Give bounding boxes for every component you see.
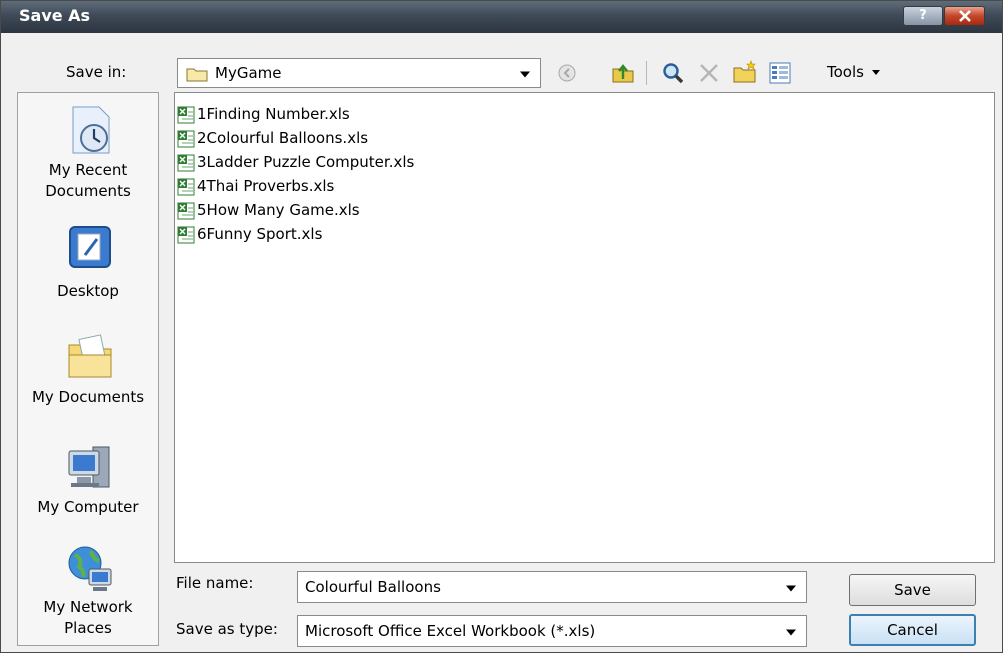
file-name-input[interactable]: Colourful Balloons bbox=[297, 571, 807, 603]
file-type-dropdown[interactable]: Microsoft Office Excel Workbook (*.xls) bbox=[297, 615, 807, 647]
save-as-dialog: Save As ? Save in: MyGame Tools My Recen… bbox=[0, 0, 1003, 653]
file-name: 1Finding Number.xls bbox=[197, 105, 350, 123]
file-item[interactable]: 1Finding Number.xls bbox=[177, 103, 350, 125]
file-list[interactable]: 1Finding Number.xls 2Colourful Balloons.… bbox=[174, 92, 995, 563]
toolbar-separator bbox=[646, 61, 647, 85]
views-icon[interactable] bbox=[769, 62, 791, 84]
save-button[interactable]: Save bbox=[849, 574, 976, 606]
save-in-dropdown[interactable]: MyGame bbox=[177, 58, 541, 88]
current-folder-name: MyGame bbox=[215, 64, 282, 82]
folder-icon bbox=[186, 68, 208, 82]
file-item[interactable]: 6Funny Sport.xls bbox=[177, 223, 322, 245]
file-name: 4Thai Proverbs.xls bbox=[197, 177, 335, 195]
title-bar[interactable]: Save As ? bbox=[1, 1, 1002, 33]
place-desktop[interactable]: Desktop bbox=[18, 211, 158, 306]
search-web-icon[interactable] bbox=[661, 61, 685, 85]
place-my-computer[interactable]: My Computer bbox=[18, 433, 158, 528]
file-type-value: Microsoft Office Excel Workbook (*.xls) bbox=[305, 622, 596, 640]
network-places-icon bbox=[68, 546, 112, 591]
file-name-value: Colourful Balloons bbox=[305, 578, 441, 596]
up-folder-icon[interactable] bbox=[611, 61, 635, 85]
excel-file-icon bbox=[177, 226, 195, 244]
file-item[interactable]: 5How Many Game.xls bbox=[177, 199, 360, 221]
excel-file-icon bbox=[177, 178, 195, 196]
tools-label: Tools bbox=[827, 63, 864, 81]
place-recent-documents[interactable]: My Recent Documents bbox=[18, 93, 158, 205]
desktop-icon bbox=[69, 226, 111, 268]
place-label: My Computer bbox=[37, 498, 139, 516]
chevron-down-icon bbox=[786, 629, 796, 636]
place-label: My Recent Documents bbox=[45, 161, 131, 200]
delete-icon[interactable] bbox=[698, 62, 720, 84]
file-item[interactable]: 4Thai Proverbs.xls bbox=[177, 175, 334, 197]
tools-menu[interactable]: Tools bbox=[827, 63, 880, 81]
excel-file-icon bbox=[177, 106, 195, 124]
my-documents-icon bbox=[68, 334, 112, 378]
cancel-button[interactable]: Cancel bbox=[849, 614, 976, 646]
file-name-label: File name: bbox=[176, 574, 254, 592]
excel-file-icon bbox=[177, 202, 195, 220]
chevron-down-icon bbox=[786, 585, 796, 592]
excel-file-icon bbox=[177, 130, 195, 148]
close-button[interactable] bbox=[944, 6, 985, 26]
my-computer-icon bbox=[68, 446, 110, 488]
file-item[interactable]: 3Ladder Puzzle Computer.xls bbox=[177, 151, 414, 173]
save-in-label: Save in: bbox=[66, 63, 127, 81]
file-name: 6Funny Sport.xls bbox=[197, 225, 323, 243]
place-label: My Network Places bbox=[43, 598, 133, 637]
file-name: 2Colourful Balloons.xls bbox=[197, 129, 369, 147]
file-item[interactable]: 2Colourful Balloons.xls bbox=[177, 127, 368, 149]
file-type-label: Save as type: bbox=[176, 620, 278, 638]
back-icon[interactable] bbox=[557, 63, 577, 83]
places-bar: My Recent Documents Desktop My Documents bbox=[17, 92, 159, 646]
help-icon: ? bbox=[919, 8, 927, 23]
recent-documents-icon bbox=[72, 106, 110, 154]
new-folder-icon[interactable] bbox=[732, 59, 758, 85]
file-name: 3Ladder Puzzle Computer.xls bbox=[197, 153, 415, 171]
excel-file-icon bbox=[177, 154, 195, 172]
place-my-documents[interactable]: My Documents bbox=[18, 325, 158, 420]
chevron-down-icon bbox=[871, 70, 880, 75]
place-label: My Documents bbox=[31, 388, 145, 406]
file-name: 5How Many Game.xls bbox=[197, 201, 360, 219]
place-label: Desktop bbox=[57, 282, 119, 300]
close-icon bbox=[958, 10, 971, 22]
window-title: Save As bbox=[19, 6, 91, 25]
help-button[interactable]: ? bbox=[903, 6, 943, 26]
chevron-down-icon bbox=[520, 71, 530, 78]
place-network-places[interactable]: My Network Places bbox=[18, 539, 158, 645]
